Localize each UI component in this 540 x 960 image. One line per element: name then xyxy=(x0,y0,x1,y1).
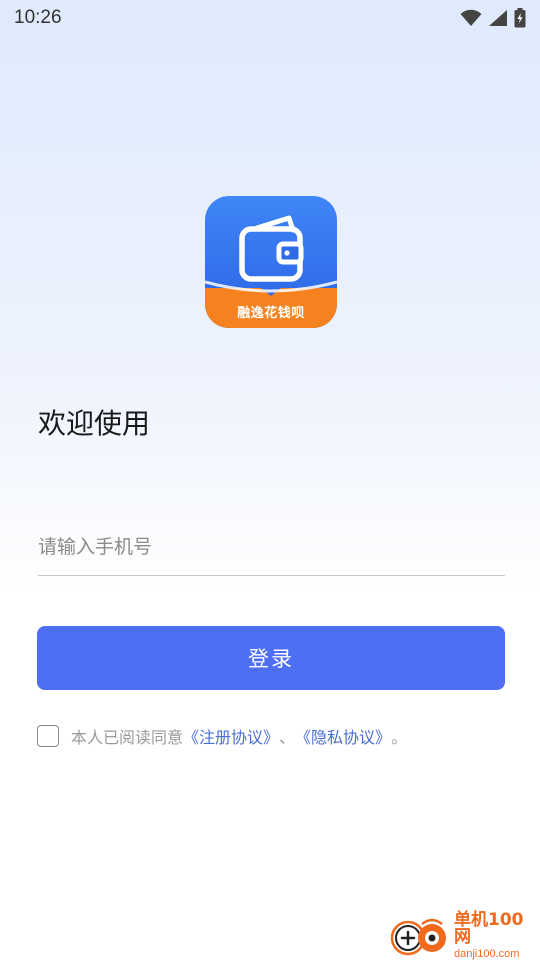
welcome-title: 欢迎使用 xyxy=(38,407,151,440)
agreement-suffix: 。 xyxy=(391,728,408,747)
privacy-agreement-link[interactable]: 《隐私协议》 xyxy=(295,724,391,748)
login-button[interactable]: 登录 xyxy=(37,626,505,690)
cellular-signal-icon xyxy=(489,10,507,26)
watermark-domain: danji100.com xyxy=(454,948,520,960)
watermark-logo-icon xyxy=(390,918,446,956)
app-logo: 融逸花钱呗 xyxy=(205,196,337,328)
status-time: 10:26 xyxy=(14,7,62,28)
watermark: 单机100网 danji100.com xyxy=(388,912,538,960)
register-agreement-link[interactable]: 《注册协议》 xyxy=(183,724,279,748)
agreement-separator: 、 xyxy=(279,728,296,747)
watermark-name: 单机100网 xyxy=(454,910,524,947)
status-bar: 10:26 xyxy=(0,0,540,36)
wifi-icon xyxy=(460,9,482,26)
agreement-checkbox[interactable] xyxy=(37,725,59,747)
watermark-text: 单机100网 danji100.com xyxy=(454,912,538,960)
status-icons xyxy=(460,8,526,28)
battery-charging-icon xyxy=(514,8,526,28)
app-logo-text: 融逸花钱呗 xyxy=(237,306,305,321)
agreement-prefix-text: 本人已阅读同意 xyxy=(71,728,184,747)
agreement-row: 本人已阅读同意 《注册协议》 、 《隐私协议》 。 xyxy=(37,724,407,748)
phone-number-input[interactable] xyxy=(38,518,505,576)
